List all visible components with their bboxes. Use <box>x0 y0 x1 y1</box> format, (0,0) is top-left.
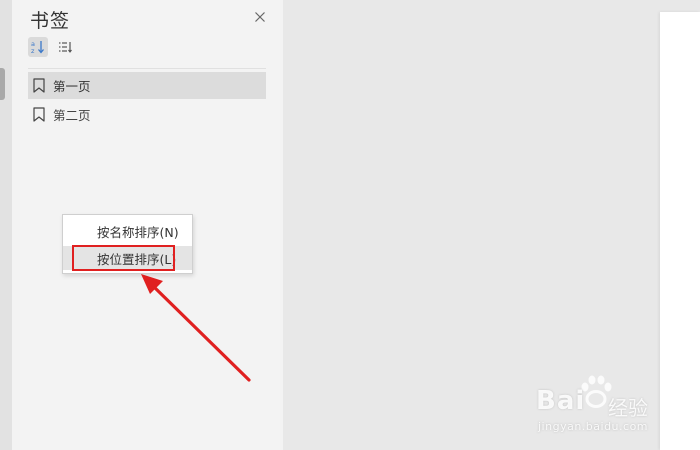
close-icon <box>255 12 265 22</box>
sort-by-position-button[interactable] <box>55 37 75 57</box>
baidu-paw-icon <box>581 375 612 408</box>
document-page[interactable] <box>660 12 700 450</box>
sort-by-name-icon: a z <box>31 40 44 55</box>
watermark-brand: Bai <box>536 386 586 416</box>
close-button[interactable] <box>252 9 268 25</box>
sort-by-position-icon <box>59 42 72 53</box>
sort-by-name-button[interactable]: a z <box>28 37 48 57</box>
bookmark-label: 第二页 <box>53 108 91 123</box>
panel-divider <box>28 68 266 69</box>
bookmark-icon <box>33 78 45 93</box>
bookmark-item-2[interactable]: 第二页 <box>28 101 266 128</box>
sidebar-resize-handle[interactable] <box>0 68 5 100</box>
menu-item-label: 按位置排序(L) <box>97 251 177 267</box>
sort-context-menu: 按名称排序(N) 按位置排序(L) <box>62 214 193 274</box>
watermark-brand-suffix: 经验 <box>608 396 648 420</box>
svg-text:z: z <box>31 47 35 55</box>
app-window: 书签 a z 第一页 第二页 按名称排序(N) 按位置排序(L) Bai 经验 … <box>0 0 700 450</box>
menu-item-sort-by-position[interactable]: 按位置排序(L) <box>63 246 192 270</box>
bookmark-item-1[interactable]: 第一页 <box>28 72 266 99</box>
panel-title: 书签 <box>30 10 71 32</box>
bookmark-label: 第一页 <box>53 79 91 94</box>
bookmark-icon <box>33 107 45 122</box>
watermark-url: jingyan.baidu.com <box>538 420 649 433</box>
menu-item-sort-by-name[interactable]: 按名称排序(N) <box>63 219 192 243</box>
menu-item-label: 按名称排序(N) <box>97 224 179 240</box>
